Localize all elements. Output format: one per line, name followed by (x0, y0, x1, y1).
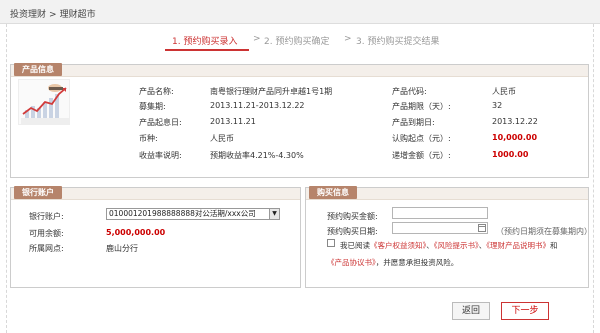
branch-value: 鹿山分行 (106, 244, 138, 253)
account-select[interactable]: 010001201988888888对公活期/xxx公司 ▼ (106, 208, 280, 220)
doc-product-agreement-link[interactable]: 《产品协议书》 (327, 258, 376, 267)
product-code-value: 人民币 (492, 87, 516, 96)
agree-sep-1: 、 (426, 241, 434, 250)
min-subscription-value: 10,000.00 (492, 133, 538, 142)
yield-label: 收益率说明: (139, 151, 182, 160)
value-date-label: 产品起息日: (139, 118, 182, 127)
balance-value: 5,000,000.00 (106, 228, 166, 237)
purchase-info-title: 购买信息 (309, 186, 357, 199)
maturity-date-label: 产品到期日: (392, 118, 435, 127)
breadcrumb-supermarket[interactable]: 理财超市 (60, 10, 96, 20)
agree-and: 和 (550, 241, 558, 250)
agree-checkbox[interactable] (327, 239, 335, 247)
doc-risk-notice-link[interactable]: 《风险提示书》 (434, 241, 479, 250)
currency-label: 币种: (139, 134, 158, 143)
increment-label: 递增金额（元）: (392, 151, 451, 160)
maturity-date-value: 2013.12.22 (492, 117, 538, 126)
agree-suffix: ，并愿意承担投资风险。 (375, 258, 459, 267)
purchase-info-header: 购买信息 (306, 186, 588, 200)
purchase-date-hint: （预约日期须在募集期内） (496, 227, 592, 236)
calendar-icon[interactable] (478, 224, 486, 232)
product-code-label: 产品代码: (392, 87, 427, 96)
breadcrumb-separator: > (49, 10, 57, 20)
purchase-date-input[interactable] (392, 222, 488, 234)
term-value: 32 (492, 101, 503, 110)
step-arrow-2: > (344, 34, 352, 44)
min-subscription-label: 认购起点（元）: (392, 134, 451, 143)
step-indicator: 1. 预约购买录入 > 2. 预约购买确定 > 3. 预约购买提交结果 (0, 34, 600, 47)
breadcrumb-investment[interactable]: 投资理财 (10, 10, 46, 20)
growth-chart-icon (18, 79, 70, 125)
term-label: 产品期限（天）: (392, 102, 451, 111)
purchase-amount-label: 预约购买金额: (327, 212, 378, 221)
currency-value: 人民币 (210, 134, 234, 143)
product-info-header: 产品信息 (11, 63, 588, 77)
raise-period-label: 募集期: (139, 102, 166, 111)
purchase-amount-input[interactable] (392, 207, 488, 219)
step-arrow-1: > (253, 34, 261, 44)
bank-account-header: 银行账户 (11, 186, 300, 200)
increment-value: 1000.00 (492, 150, 529, 159)
bank-account-title: 银行账户 (14, 186, 62, 199)
step-3: 3. 预约购买提交结果 (356, 37, 440, 47)
yield-value: 预期收益率4.21%-4.30% (210, 151, 304, 160)
next-button[interactable]: 下一步 (501, 302, 549, 320)
balance-label: 可用余额: (29, 229, 64, 238)
value-date-value: 2013.11.21 (210, 117, 256, 126)
purchase-date-label: 预约购买日期: (327, 227, 378, 236)
step-1: 1. 预约购买录入 (172, 37, 238, 47)
branch-label: 所属网点: (29, 244, 64, 253)
agree-prefix: 我已阅读 (340, 241, 370, 250)
account-select-value: 010001201988888888对公活期/xxx公司 (109, 209, 256, 218)
back-button[interactable]: 返回 (452, 302, 490, 320)
doc-product-manual-link[interactable]: 《理财产品说明书》 (486, 241, 550, 250)
product-name-value: 南粤银行理财产品同升卓越1号1期 (210, 87, 333, 96)
agreement-line-2: 《产品协议书》，并愿意承担投资风险。 (327, 257, 458, 268)
product-info-title: 产品信息 (14, 63, 62, 76)
doc-customer-rights-link[interactable]: 《客户权益须知》 (370, 241, 426, 250)
account-label: 银行账户: (29, 212, 64, 221)
purchase-info-panel: 购买信息 (305, 186, 589, 288)
active-step-underline (165, 49, 249, 51)
chevron-down-icon[interactable]: ▼ (269, 209, 279, 219)
breadcrumb: 投资理财 > 理财超市 (10, 7, 96, 20)
step-2: 2. 预约购买确定 (264, 37, 330, 47)
product-name-label: 产品名称: (139, 87, 174, 96)
top-bar: 投资理财 > 理财超市 (0, 0, 600, 24)
agreement-line-1: 我已阅读《客户权益须知》、《风险提示书》、《理财产品说明书》和 (340, 240, 558, 251)
raise-period-value: 2013.11.21-2013.12.22 (210, 101, 305, 110)
